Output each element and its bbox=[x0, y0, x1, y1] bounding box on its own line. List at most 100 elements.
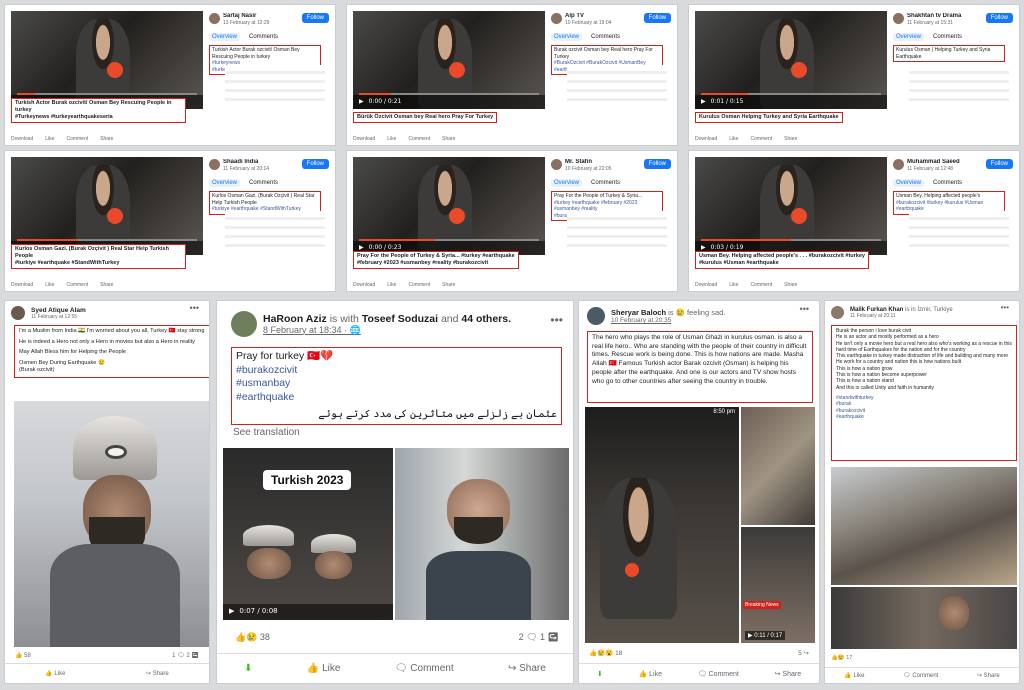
comment-button[interactable]: 🗨 Comment bbox=[698, 670, 739, 678]
like-button[interactable]: 👍 Like bbox=[844, 672, 864, 679]
post-image-miner[interactable] bbox=[14, 401, 209, 647]
comment-share-count[interactable]: 2 🗨 1 ↪ bbox=[519, 632, 559, 643]
play-icon[interactable]: ▶ bbox=[359, 98, 364, 106]
action-like-button[interactable]: Like bbox=[45, 282, 54, 288]
author-name[interactable]: Shaadi India bbox=[223, 159, 283, 165]
tab-overview[interactable]: Overview bbox=[893, 33, 925, 41]
video-thumb-news[interactable]: Breaking News bbox=[741, 527, 815, 643]
action-like-button[interactable]: Like bbox=[387, 136, 396, 142]
hashtag[interactable]: #usmanbay bbox=[236, 377, 557, 391]
action-download-button[interactable]: Download bbox=[695, 136, 717, 142]
action-share-button[interactable]: Share bbox=[100, 282, 113, 288]
video-thumb-rubble[interactable] bbox=[741, 407, 815, 525]
post-date[interactable]: 10 February at 22:05 bbox=[565, 166, 611, 172]
post-video[interactable]: Turkish 2023 ▶ 0:07 / 0:08 bbox=[223, 448, 393, 620]
post-date[interactable]: 11 February at 12:55 bbox=[31, 314, 86, 320]
follow-button[interactable]: Follow bbox=[985, 13, 1013, 23]
action-download-button[interactable]: Download bbox=[11, 282, 33, 288]
tab-overview[interactable]: Overview bbox=[551, 179, 583, 187]
post-date[interactable]: 13 February at 12:29 bbox=[223, 20, 269, 26]
avatar[interactable] bbox=[209, 159, 220, 170]
video-player[interactable]: ▶ 0:00 / 0:21 bbox=[353, 11, 545, 109]
hashtag[interactable]: #earthquake bbox=[836, 414, 1012, 420]
author-name[interactable]: Muhammad Saeed bbox=[907, 159, 967, 165]
share-button[interactable]: ↪ Share bbox=[775, 670, 802, 678]
tab-overview[interactable]: Overview bbox=[551, 33, 583, 41]
comment-button[interactable]: 🗨 Comment bbox=[903, 672, 938, 679]
more-options-icon[interactable]: ••• bbox=[800, 304, 809, 314]
author-name[interactable]: Alp TV bbox=[565, 13, 625, 19]
action-comment-button[interactable]: Comment bbox=[408, 136, 430, 142]
action-like-button[interactable]: Like bbox=[387, 282, 396, 288]
share-button[interactable]: ↪ Share bbox=[977, 672, 1000, 679]
follow-button[interactable]: Follow bbox=[643, 159, 671, 169]
post-date[interactable]: 11 February at 20:14 bbox=[223, 166, 269, 172]
see-translation-link[interactable]: See translation bbox=[233, 427, 300, 438]
play-icon[interactable]: ▶ bbox=[229, 607, 234, 617]
author-name[interactable]: Mr. Stafin bbox=[565, 159, 625, 165]
avatar[interactable] bbox=[231, 311, 257, 337]
avatar[interactable] bbox=[893, 13, 904, 24]
play-icon[interactable]: ▶ bbox=[701, 98, 706, 106]
tab-overview[interactable]: Overview bbox=[209, 33, 241, 41]
hashtag[interactable]: #burakozcivit bbox=[236, 364, 557, 378]
action-comment-button[interactable]: Comment bbox=[750, 282, 772, 288]
more-options-icon[interactable]: ••• bbox=[190, 303, 199, 313]
action-share-button[interactable]: Share bbox=[784, 136, 797, 142]
tab-comments[interactable]: Comments bbox=[930, 179, 965, 187]
tab-overview[interactable]: Overview bbox=[893, 179, 925, 187]
reaction-count[interactable]: 👍😢 17 bbox=[831, 655, 852, 661]
reaction-count[interactable]: 👍😢 38 bbox=[235, 632, 270, 643]
tab-comments[interactable]: Comments bbox=[930, 33, 965, 41]
action-comment-button[interactable]: Comment bbox=[408, 282, 430, 288]
post-date[interactable]: 10 February at 19:04 bbox=[565, 20, 611, 26]
tab-comments[interactable]: Comments bbox=[246, 179, 281, 187]
play-icon[interactable]: ▶ bbox=[748, 633, 753, 639]
tab-overview[interactable]: Overview bbox=[209, 179, 241, 187]
post-photo-car[interactable] bbox=[395, 448, 569, 620]
hashtag[interactable]: #earthquake bbox=[236, 391, 557, 405]
post-photo-rescue[interactable] bbox=[831, 587, 1017, 649]
post-video[interactable]: 8:50 pm bbox=[585, 407, 739, 643]
reaction-count[interactable]: 👍 58 bbox=[15, 652, 31, 659]
like-button[interactable]: 👍 Like bbox=[307, 663, 341, 674]
like-button[interactable]: 👍 Like bbox=[45, 670, 65, 677]
action-share-button[interactable]: Share bbox=[784, 282, 797, 288]
author-name[interactable]: Sartaj Nasir bbox=[223, 13, 283, 19]
comment-share-count[interactable]: 1 🗨 2 ↪ bbox=[172, 652, 199, 659]
tagged-name[interactable]: Toseef Soduzai bbox=[362, 313, 438, 325]
more-options-icon[interactable]: ••• bbox=[1001, 303, 1009, 312]
action-share-button[interactable]: Share bbox=[100, 136, 113, 142]
share-count[interactable]: 5 ↪ bbox=[798, 649, 809, 657]
author-name[interactable]: Shakhtan tv Drama bbox=[907, 13, 967, 19]
avatar[interactable] bbox=[831, 306, 844, 319]
author-name[interactable]: HaRoon Aziz bbox=[263, 313, 327, 325]
action-comment-button[interactable]: Comment bbox=[66, 282, 88, 288]
action-download-button[interactable]: Download bbox=[353, 282, 375, 288]
post-date[interactable]: 10 February at 20:35 bbox=[611, 317, 725, 324]
others-link[interactable]: 44 others. bbox=[461, 313, 511, 325]
author-name[interactable]: Malik Furkan Khan bbox=[850, 307, 903, 313]
author-name[interactable]: Sheryar Baloch bbox=[611, 308, 666, 317]
video-player[interactable]: ▶ 0:03 / 0:19 bbox=[695, 157, 887, 255]
post-date[interactable]: 11 February at 15:31 bbox=[907, 20, 953, 26]
action-download-button[interactable]: Download bbox=[11, 136, 33, 142]
post-photo-rubble[interactable] bbox=[831, 467, 1017, 585]
action-download-button[interactable]: Download bbox=[695, 282, 717, 288]
follow-button[interactable]: Follow bbox=[301, 159, 329, 169]
reaction-count[interactable]: 👍😢😮 18 bbox=[589, 649, 622, 657]
comment-button[interactable]: 🗨 Comment bbox=[395, 663, 454, 674]
avatar[interactable] bbox=[551, 13, 562, 24]
action-share-button[interactable]: Share bbox=[442, 136, 455, 142]
avatar[interactable] bbox=[893, 159, 904, 170]
post-date[interactable]: 8 February at 18:34 bbox=[263, 325, 342, 335]
action-download-button[interactable]: Download bbox=[353, 136, 375, 142]
download-icon[interactable]: ⬇ bbox=[597, 670, 603, 678]
action-like-button[interactable]: Like bbox=[729, 136, 738, 142]
follow-button[interactable]: Follow bbox=[643, 13, 671, 23]
avatar[interactable] bbox=[209, 13, 220, 24]
avatar[interactable] bbox=[11, 306, 25, 320]
action-share-button[interactable]: Share bbox=[442, 282, 455, 288]
author-name[interactable]: Syed Atique Alam bbox=[31, 307, 86, 314]
follow-button[interactable]: Follow bbox=[985, 159, 1013, 169]
